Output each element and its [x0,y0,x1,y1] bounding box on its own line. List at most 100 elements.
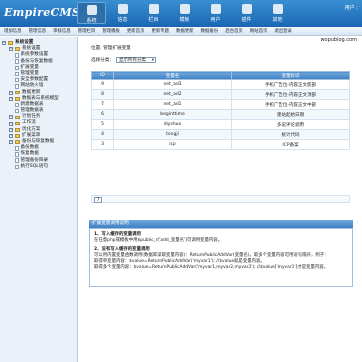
folder-icon [15,47,20,52]
nav-item-label: 系统 [86,18,97,24]
cell-var-label: 多说评论调用 [231,119,350,130]
other-icon [272,4,283,14]
top-header: EmpireCMS 系统 信息 栏目 模板 用户 插件 其他 用户 : [0,0,362,27]
nav-item-6[interactable]: 其他 [263,2,292,24]
expand-toggle-icon[interactable]: − [9,47,13,52]
document-icon [15,71,19,77]
folder-icon [15,90,20,95]
expand-toggle-icon[interactable]: − [9,133,13,138]
table-row[interactable]: 5 diyshuo 多说评论调用 [91,119,350,130]
help-title: 扩展变量调用说明 [89,220,353,228]
folder-icon [8,41,13,45]
expand-toggle-icon[interactable]: − [9,115,13,120]
sidebar-item[interactable]: 执行SQL语句 [2,164,75,170]
document-icon [15,146,19,151]
folder-icon [15,96,20,101]
cell-id: 5 [91,119,114,130]
toolbar-link[interactable]: 审核信息 [53,28,71,34]
table-row[interactable]: 3 icp ICP备案 [91,139,350,150]
document-icon [15,84,19,89]
folder-icon [15,115,20,120]
toolbar-link[interactable]: 更新专题 [151,28,169,34]
cell-var-label: 手机广告位-内容正文底部 [231,79,350,90]
nav-item-4[interactable]: 用户 [201,2,230,24]
nav-item-2[interactable]: 栏目 [139,2,168,24]
top-nav: 系统 信息 栏目 模板 用户 插件 其他 [77,2,292,24]
toolbar-link[interactable]: 数据备份 [201,28,219,34]
document-icon [15,65,19,71]
table-row[interactable]: 9 net_ad3 手机广告位-内容正文底部 [91,79,350,90]
expand-toggle-icon[interactable]: − [9,127,13,132]
toolbar-link[interactable]: 管理模板 [102,28,120,34]
sidebar-tree: − 系统设置 − 系统设置 系统参数设置 备份与恢复数据 扩展变量 管理变量 安全参数配置 网站防… [0,37,78,362]
user-icon [210,4,221,14]
logo: EmpireCMS [4,6,80,19]
nav-item-label: 其他 [272,17,283,23]
table-row[interactable]: 6 beginttime 建站起始日期 [91,109,350,120]
expand-toggle-icon[interactable]: − [9,96,13,101]
expand-toggle-icon[interactable]: − [9,90,13,95]
document-icon [15,164,19,170]
table-row[interactable]: 7 net_ad1 手机广告位-内容正文中部 [91,99,350,110]
nav-item-3[interactable]: 模板 [170,2,199,24]
toolbar-link[interactable]: 退出登录 [274,28,292,34]
cell-var-label: 统计代码 [231,129,350,140]
sidebar-item-label: 执行SQL语句 [20,163,48,169]
toolbar-link[interactable]: 管理栏目 [78,28,96,34]
category-select-value: 显示所有分类 [118,58,146,63]
document-icon [15,53,19,58]
cell-id: 7 [91,99,114,110]
cell-var-label: 手机广告位-内容正文顶部 [231,89,350,100]
quick-toolbar: 增加信息 管理信息 审核信息 管理栏目 管理模板 更新首页 更新专题 数据更新 数据备份 后台首页… [0,27,362,36]
cell-var-name: beginttime [113,109,232,120]
expand-toggle-icon[interactable]: − [2,41,6,46]
user-info: 用户 : [344,5,358,11]
column-icon [148,4,159,14]
toolbar-link[interactable]: 管理信息 [29,28,47,34]
nav-item-label: 模板 [179,17,190,23]
toolbar-link[interactable]: 增加信息 [4,28,22,34]
cell-var-label: ICP备案 [231,139,350,150]
cell-id: 6 [91,109,114,120]
nav-item-label: 信息 [117,17,128,23]
cell-var-name: icp [113,139,232,150]
col-label-header: 变量标识 [231,71,350,80]
folder-icon [15,127,20,132]
table-row[interactable]: 4 tongji 统计代码 [91,129,350,140]
cell-id: 9 [91,79,114,90]
cell-var-name: net_ad2 [113,89,232,100]
help-text-1: 在任意php或模板中用$public_r['add_变量名']可调用变量内容。 [94,238,223,243]
system-icon [86,5,97,15]
toolbar-link[interactable]: 网站首页 [250,28,268,34]
cell-var-name: net_ad1 [113,99,232,110]
cell-var-label: 建站起始日期 [231,109,350,120]
cell-var-name: tongji [113,129,232,140]
document-icon [15,59,19,64]
folder-icon [15,121,20,126]
cell-var-name: net_ad3 [113,79,232,90]
toolbar-link[interactable]: 更新首页 [127,28,145,34]
cell-id: 8 [91,89,114,100]
expand-toggle-icon[interactable]: − [9,121,13,126]
folder-icon [15,140,20,144]
table-row[interactable]: 8 net_ad2 手机广告位-内容正文顶部 [91,89,350,100]
expand-toggle-icon[interactable]: − [9,140,13,145]
variable-table: ID 变量名 变量标识 9 net_ad3 手机广告位-内容正文底部 8 net_ad2… [91,71,350,150]
pager: 7 [91,195,350,203]
document-icon [15,77,19,83]
toolbar-link[interactable]: 数据更新 [176,28,194,34]
page-number[interactable]: 7 [94,197,102,203]
nav-item-5[interactable]: 插件 [232,2,261,24]
col-name-header: 变量名 [113,71,232,80]
info-icon [117,4,128,14]
document-icon [15,152,19,157]
folder-icon [15,134,20,138]
category-select[interactable]: 显示所有分类 [115,57,156,64]
nav-item-1[interactable]: 信息 [108,2,137,24]
toolbar-link[interactable]: 后台首页 [225,28,243,34]
cell-var-name: diyshuo [113,119,232,130]
cell-var-label: 手机广告位-内容正文中部 [231,99,350,110]
nav-item-0[interactable]: 系统 [77,2,106,24]
help-text-4: 取得多个变量内容：$value=ReturnPublicAddVar('myva… [94,265,329,270]
template-icon [179,4,190,14]
